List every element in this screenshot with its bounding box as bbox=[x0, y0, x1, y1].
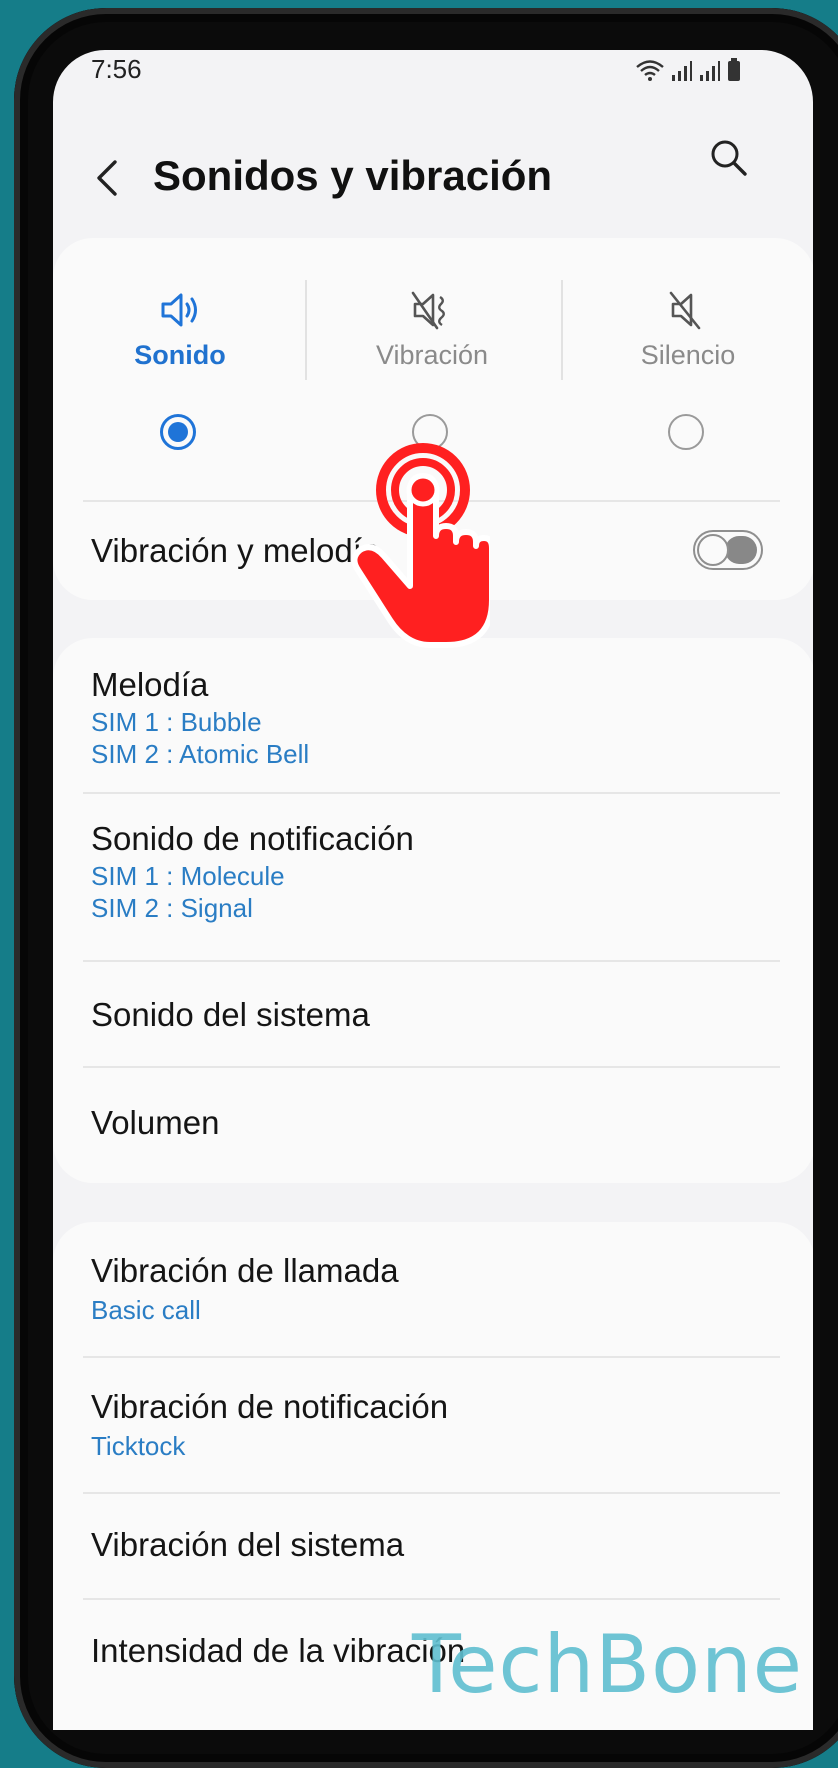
system-sound-label: Sonido del sistema bbox=[91, 996, 370, 1033]
ringtone-sim1: SIM 1 : Bubble bbox=[91, 707, 262, 737]
volume-row[interactable]: Volumen bbox=[53, 1068, 813, 1178]
mode-mute[interactable]: Silencio bbox=[563, 268, 813, 498]
status-icons bbox=[635, 58, 741, 82]
notification-vibration-label: Vibración de notificación bbox=[91, 1388, 449, 1425]
notification-sound-sim2: SIM 2 : Signal bbox=[91, 893, 253, 923]
search-icon[interactable] bbox=[707, 136, 751, 180]
toggle-knob bbox=[697, 534, 729, 566]
tap-pointer-icon bbox=[351, 443, 490, 648]
mode-mute-radio[interactable] bbox=[668, 414, 704, 450]
app-header: Sonidos y vibración bbox=[53, 110, 813, 230]
notification-sound-sim1: SIM 1 : Molecule bbox=[91, 861, 285, 891]
mode-sound-label: Sonido bbox=[134, 340, 226, 370]
wifi-icon bbox=[636, 60, 664, 81]
vibration-intensity-label: Intensidad de la vibración bbox=[91, 1632, 466, 1669]
toggle-track-fill bbox=[725, 536, 757, 564]
back-button[interactable] bbox=[91, 156, 125, 200]
notification-sound-row[interactable]: Sonido de notificación SIM 1 : Molecule … bbox=[53, 794, 813, 960]
watermark-logo: TechBone bbox=[412, 1618, 803, 1711]
system-vibration-row[interactable]: Vibración del sistema bbox=[53, 1494, 813, 1598]
vibration-melody-label: Vibración y melodía bbox=[91, 532, 381, 569]
system-sound-row[interactable]: Sonido del sistema bbox=[53, 962, 813, 1066]
mode-vibrate-label: Vibración bbox=[375, 340, 489, 370]
vibration-melody-toggle[interactable] bbox=[693, 530, 763, 570]
vibrate-icon bbox=[411, 291, 445, 330]
call-vibration-value: Basic call bbox=[91, 1295, 201, 1325]
call-vibration-row[interactable]: Vibración de llamada Basic call bbox=[53, 1222, 813, 1356]
mute-icon bbox=[669, 291, 701, 330]
notification-sound-label: Sonido de notificación bbox=[91, 820, 414, 857]
notification-vibration-value: Ticktock bbox=[91, 1431, 186, 1461]
volume-label: Volumen bbox=[91, 1104, 220, 1141]
signal-sim2-icon bbox=[700, 61, 720, 81]
ringtone-sim2: SIM 2 : Atomic Bell bbox=[91, 739, 310, 769]
status-time: 7:56 bbox=[91, 54, 142, 84]
screen: 7:56 Sonidos y vibración Sonido Vibració… bbox=[53, 50, 813, 1730]
system-vibration-label: Vibración del sistema bbox=[91, 1526, 405, 1563]
sound-settings-card: Melodía SIM 1 : Bubble SIM 2 : Atomic Be… bbox=[53, 638, 813, 1183]
battery-icon bbox=[728, 58, 740, 81]
signal-sim1-icon bbox=[672, 61, 692, 81]
mode-mute-label: Silencio bbox=[640, 340, 736, 370]
mode-sound-radio[interactable] bbox=[160, 414, 196, 450]
notification-vibration-row[interactable]: Vibración de notificación Ticktock bbox=[53, 1358, 813, 1492]
speaker-icon bbox=[161, 293, 197, 327]
call-vibration-label: Vibración de llamada bbox=[91, 1252, 399, 1289]
status-bar: 7:56 bbox=[53, 50, 813, 110]
page-title: Sonidos y vibración bbox=[153, 152, 553, 199]
mode-sound[interactable]: Sonido bbox=[55, 268, 305, 498]
ringtone-row[interactable]: Melodía SIM 1 : Bubble SIM 2 : Atomic Be… bbox=[53, 638, 813, 792]
ringtone-label: Melodía bbox=[91, 666, 209, 703]
